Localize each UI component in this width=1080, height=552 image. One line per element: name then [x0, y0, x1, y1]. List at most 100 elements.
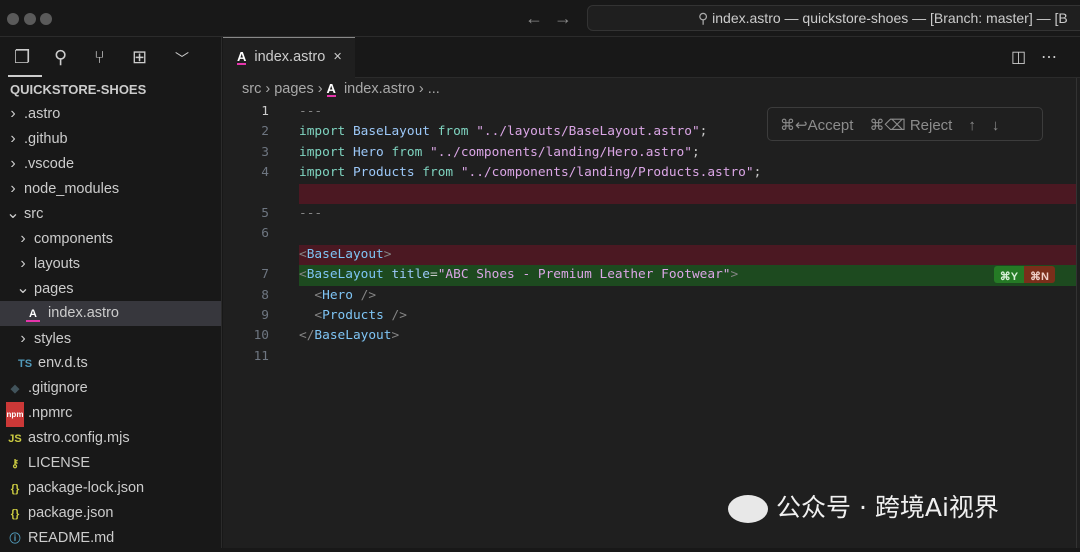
breadcrumb: src › pages › Aindex.astro ›...: [242, 81, 440, 97]
reject-change-button[interactable]: ⌘N: [1024, 266, 1055, 284]
file-type-icon: ⚷: [10, 458, 20, 470]
code-token: BaseLayout: [306, 267, 392, 283]
breadcrumb-file[interactable]: index.astro: [344, 81, 415, 97]
folder-item[interactable]: ⌄ src: [0, 201, 221, 226]
split-editor-icon[interactable]: ◫: [1011, 47, 1026, 67]
code-area[interactable]: 1 --- 2 import BaseLayout from "../layouts/…: [223, 102, 1076, 367]
source-control-icon[interactable]: ⑂: [94, 47, 105, 68]
code-token: Hero: [322, 287, 361, 303]
file-item[interactable]: {} package-lock.json: [0, 476, 221, 501]
breadcrumb-src[interactable]: src: [242, 81, 261, 97]
command-center[interactable]: ⚲ index.astro — quickstore-shoes — [Bran…: [587, 5, 1080, 31]
more-actions-icon[interactable]: ⋯: [1041, 47, 1057, 67]
file-type-icon: A: [26, 308, 40, 322]
file-item[interactable]: ⓘ README.md: [0, 526, 221, 551]
item-label: pages: [34, 281, 74, 297]
code-token: />: [360, 287, 377, 303]
breadcrumb-symbols[interactable]: ...: [428, 81, 440, 97]
active-indicator: [8, 75, 42, 77]
item-label: package.json: [28, 505, 114, 521]
file-item[interactable]: ◆ .gitignore: [0, 376, 221, 401]
folder-item[interactable]: › .astro: [0, 101, 221, 126]
code-line: 5 ---: [223, 204, 1076, 224]
code-token: from: [422, 165, 461, 181]
tab-bar: Aindex.astro × ◫ ⋯: [223, 37, 1080, 78]
line-number: 9: [261, 307, 269, 323]
extensions-icon[interactable]: ⊞: [132, 47, 147, 68]
folder-item[interactable]: › components: [0, 226, 221, 251]
window-title: index.astro — quickstore-shoes — [Branch…: [712, 10, 1068, 26]
code-token: ---: [299, 205, 323, 221]
item-label: .vscode: [24, 156, 75, 172]
file-type-icon: {}: [10, 483, 20, 495]
folder-item[interactable]: › node_modules: [0, 176, 221, 201]
chevron-right-icon: ›: [10, 155, 16, 172]
folder-item[interactable]: › .github: [0, 126, 221, 151]
file-item[interactable]: TS env.d.ts: [0, 351, 221, 376]
item-label: .astro: [24, 106, 61, 122]
chevron-right-icon: ›: [20, 330, 26, 347]
reject-button[interactable]: ⌘⌫ Reject: [869, 117, 952, 134]
deleted-line: <BaseLayout>: [223, 244, 1076, 266]
item-label: components: [34, 231, 114, 247]
code-token: title: [391, 267, 430, 283]
file-item[interactable]: JS astro.config.mjs: [0, 426, 221, 451]
zoom-window-button[interactable]: [40, 13, 52, 25]
accept-change-button[interactable]: ⌘Y: [993, 266, 1025, 284]
chevron-down-icon[interactable]: ﹀: [175, 49, 189, 69]
code-token: "../components/landing/Hero.astro": [430, 144, 692, 160]
tab-label: index.astro: [254, 49, 326, 65]
minimize-window-button[interactable]: [24, 13, 36, 25]
files-icon[interactable]: ❐: [14, 47, 30, 68]
item-label: README.md: [28, 530, 115, 546]
chevron-right-icon: ›: [20, 255, 26, 272]
folder-item[interactable]: › layouts: [0, 251, 221, 276]
forward-arrow-icon[interactable]: →: [554, 8, 572, 29]
line-number: 5: [261, 205, 269, 221]
search-icon[interactable]: ⚲: [54, 47, 67, 68]
code-token: <: [314, 287, 323, 303]
folder-item[interactable]: › .vscode: [0, 151, 221, 176]
diff-keys: ⌘Y ⌘N: [993, 266, 1055, 284]
file-item[interactable]: ⚷ LICENSE: [0, 451, 221, 476]
astro-icon: A: [237, 49, 247, 65]
code-token: BaseLayout: [306, 246, 384, 262]
item-label: .gitignore: [28, 380, 88, 396]
breadcrumb-pages[interactable]: pages: [274, 81, 314, 97]
code-token: >: [391, 328, 400, 344]
chevron-right-icon: ›: [10, 130, 16, 147]
item-label: index.astro: [48, 305, 119, 321]
line-text: <BaseLayout title="ABC Shoes - Premium L…: [299, 265, 738, 285]
code-token: Products: [322, 307, 392, 323]
file-item[interactable]: {} package.json: [0, 501, 221, 526]
code-token: />: [391, 307, 407, 323]
project-name: QUICKSTORE-SHOES: [10, 82, 147, 97]
scrollbar[interactable]: [1076, 78, 1080, 548]
next-change-button[interactable]: ↓: [992, 117, 1000, 134]
file-type-icon: {}: [10, 508, 20, 520]
line-text: <BaseLayout>: [299, 245, 391, 265]
line-text: <Products />: [299, 306, 407, 326]
line-number: 1: [261, 104, 269, 119]
line-text: ---: [299, 204, 322, 224]
diff-highlight: [299, 183, 1076, 204]
item-label: layouts: [34, 256, 80, 272]
close-window-button[interactable]: [7, 13, 19, 25]
code-token: <: [299, 246, 307, 262]
file-item[interactable]: npm .npmrc: [0, 401, 221, 427]
folder-item[interactable]: › styles: [0, 326, 221, 351]
close-icon[interactable]: ×: [333, 49, 341, 65]
previous-change-button[interactable]: ↑: [968, 117, 976, 134]
file-type-icon: TS: [17, 358, 33, 370]
item-label: package-lock.json: [28, 480, 145, 496]
chevron-right-icon: ›: [20, 230, 26, 247]
folder-item[interactable]: ⌄ pages: [0, 276, 221, 301]
accept-button[interactable]: ⌘↩Accept: [780, 117, 853, 134]
back-arrow-icon[interactable]: ←: [525, 8, 543, 29]
tab-index-astro[interactable]: Aindex.astro ×: [223, 37, 355, 78]
item-label: .npmrc: [28, 405, 73, 421]
watermark: 公众号 · 跨境Ai视界: [728, 488, 999, 524]
file-item[interactable]: A index.astro: [0, 301, 221, 326]
project-header[interactable]: QUICKSTORE-SHOES: [0, 79, 221, 101]
